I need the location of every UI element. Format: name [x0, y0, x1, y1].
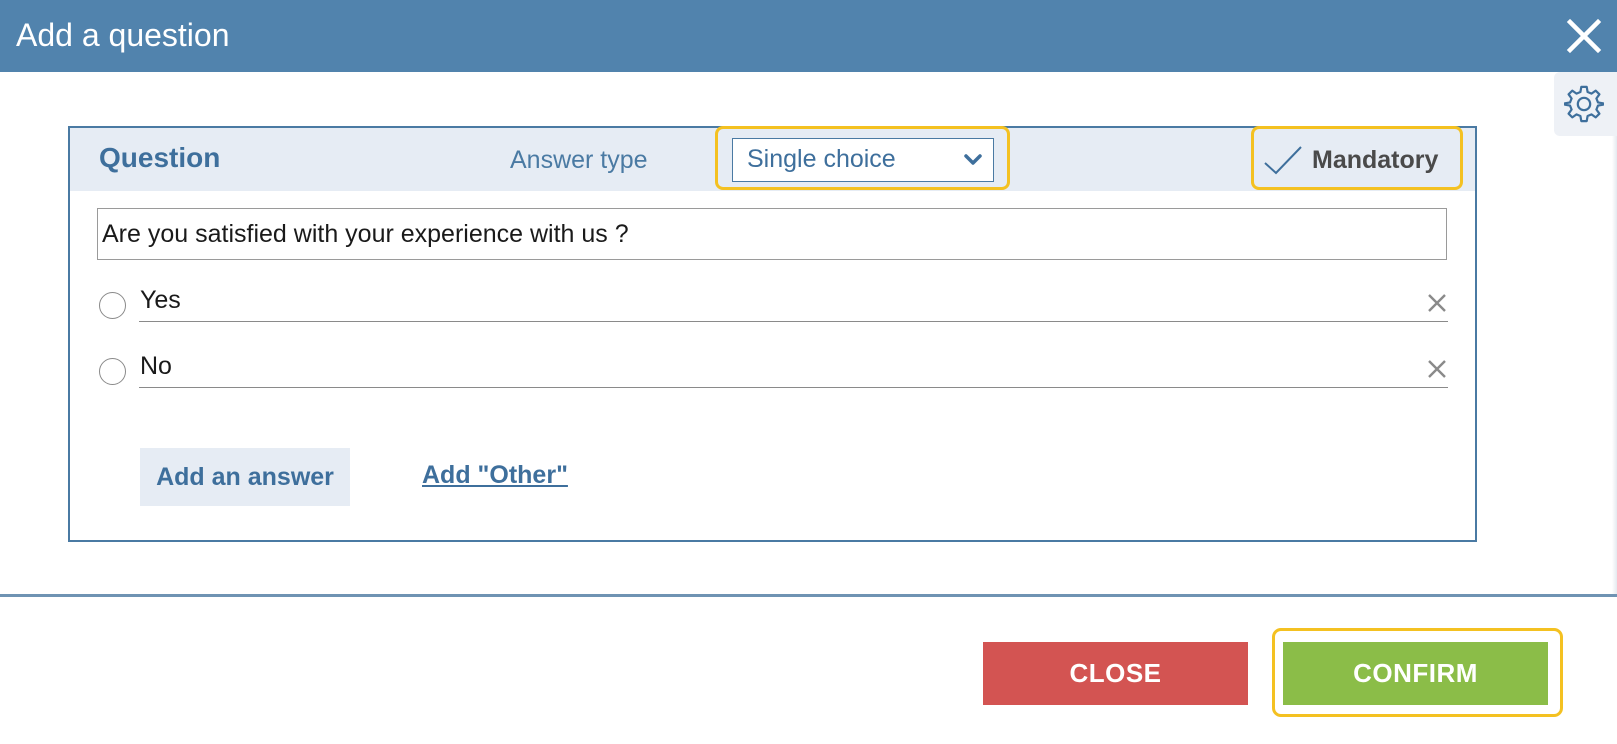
answer-label: Yes: [140, 286, 181, 314]
answer-radio[interactable]: [99, 292, 126, 319]
answer-input[interactable]: No: [139, 348, 1448, 388]
close-button[interactable]: CLOSE: [983, 642, 1248, 705]
close-button-label: CLOSE: [1069, 658, 1162, 688]
content-divider: [0, 594, 1617, 597]
add-answer-button[interactable]: Add an answer: [140, 448, 350, 506]
add-other-link[interactable]: Add "Other": [422, 461, 568, 490]
confirm-button-label: CONFIRM: [1353, 658, 1478, 688]
close-icon[interactable]: [1562, 14, 1606, 58]
answer-input[interactable]: Yes: [139, 282, 1448, 322]
dialog-title-bar: Add a question: [0, 0, 1617, 72]
settings-button[interactable]: [1554, 72, 1617, 136]
add-answer-label: Add an answer: [156, 463, 334, 491]
answer-type-label: Answer type: [510, 146, 648, 174]
remove-answer-icon[interactable]: [1426, 358, 1448, 380]
remove-answer-icon[interactable]: [1426, 292, 1448, 314]
question-text-input[interactable]: [97, 208, 1447, 260]
answer-label: No: [140, 352, 172, 380]
scroll-shadow: [1612, 136, 1617, 594]
question-label: Question: [99, 142, 221, 173]
answer-row: No: [99, 348, 1448, 388]
gear-icon: [1564, 85, 1604, 123]
dialog-title: Add a question: [16, 17, 230, 53]
answer-row: Yes: [99, 282, 1448, 322]
answer-type-highlight: [715, 126, 1010, 190]
mandatory-highlight: [1251, 126, 1463, 190]
answer-radio[interactable]: [99, 358, 126, 385]
confirm-button[interactable]: CONFIRM: [1283, 642, 1548, 705]
